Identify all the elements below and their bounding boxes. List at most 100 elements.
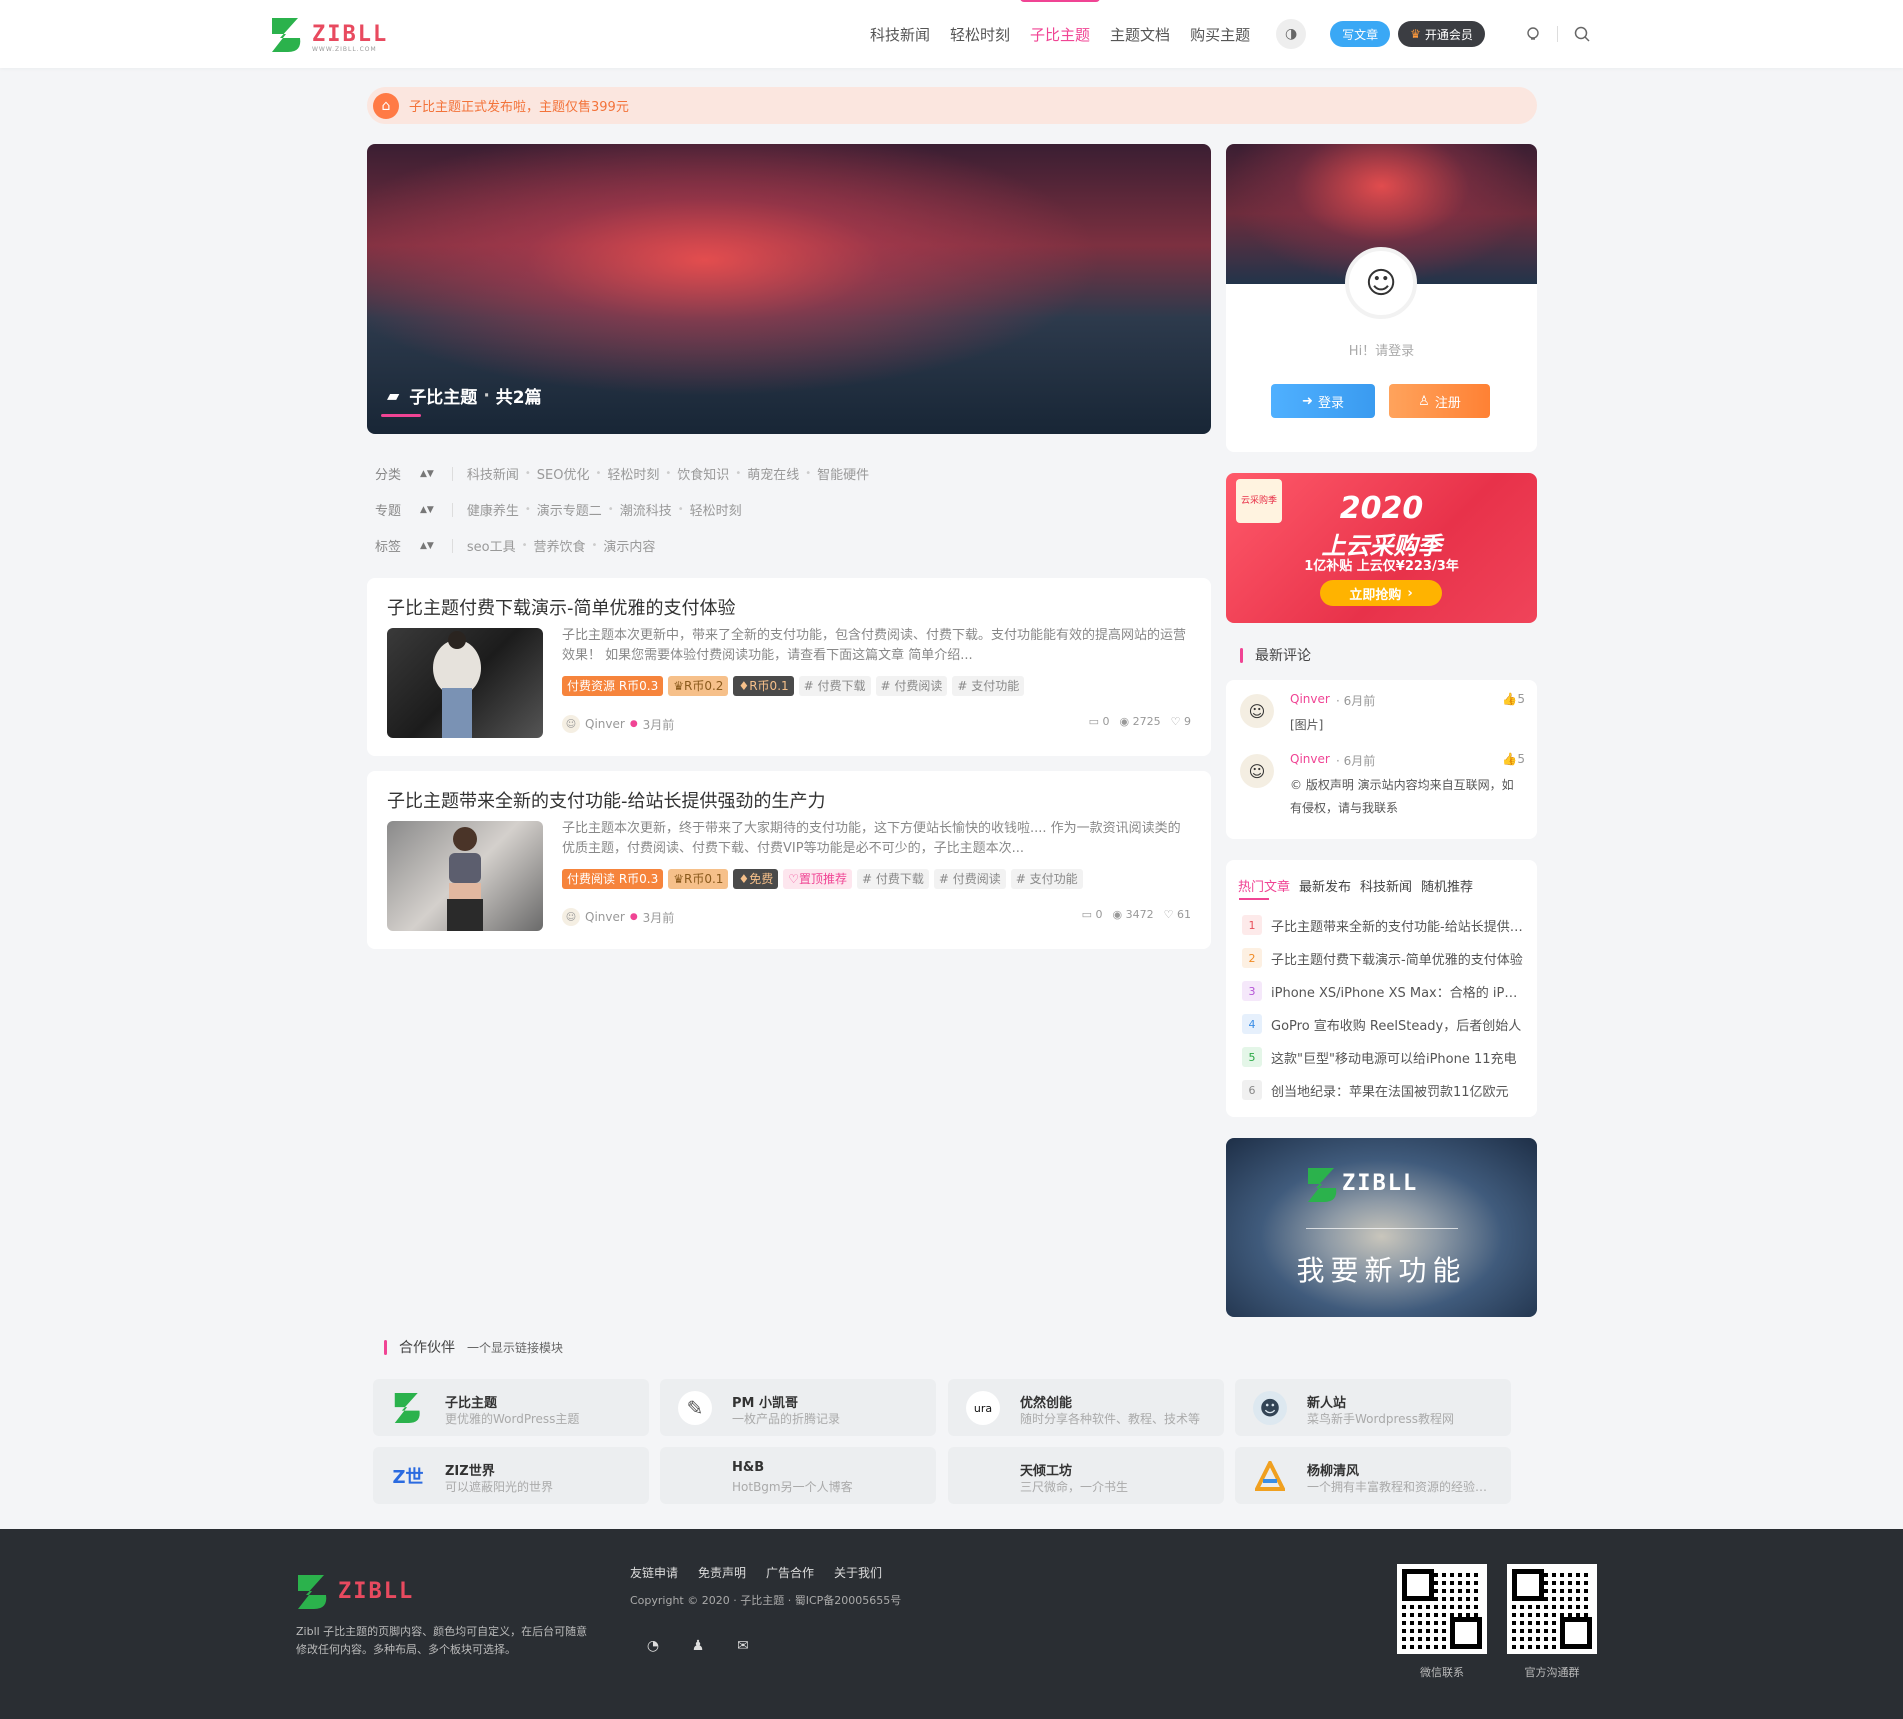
commenter-name[interactable]: Qinver [1290,692,1330,706]
comment-likes[interactable]: 👍5 [1502,752,1525,766]
partner-card[interactable]: ura 优然创能 随时分享各种软件、教程、技术等 [948,1379,1224,1436]
hot-item-title[interactable]: 这款"巨型"移动电源可以给iPhone 11充电 [1271,1048,1517,1067]
footer-link[interactable]: 免责声明 [698,1564,746,1581]
filter-item[interactable]: SEO优化 [537,464,590,483]
hot-item[interactable]: 6 创当地纪录：苹果在法国被罚款11亿欧元 [1242,1080,1525,1100]
commenter-name[interactable]: Qinver [1290,752,1330,766]
nav-item-relax[interactable]: 轻松时刻 [950,24,1010,45]
tab-latest[interactable]: 最新发布 [1299,876,1351,895]
filter-item[interactable]: 智能硬件 [817,464,869,483]
post-tag[interactable]: # 付费阅读 [933,869,1006,889]
tab-random[interactable]: 随机推荐 [1421,876,1473,895]
hot-item-title[interactable]: iPhone XS/iPhone XS Max：合格的 iPhone [1271,982,1525,1001]
commenter-avatar[interactable]: ☺ [1240,694,1274,728]
partner-card[interactable]: ☻ 新人站 菜鸟新手Wordpress教程网 [1235,1379,1511,1436]
footer-link[interactable]: 友链申请 [630,1564,678,1581]
filter-item[interactable]: 潮流科技 [620,500,672,519]
write-article-button[interactable]: 写文章 [1330,21,1391,47]
partner-card[interactable]: ✎ PM 小凯哥 一枚产品的折腾记录 [660,1379,936,1436]
partner-name[interactable]: 子比主题 [445,1392,497,1411]
comment-likes[interactable]: 👍5 [1502,692,1525,706]
post-author[interactable]: Qinver [585,717,625,731]
partner-name[interactable]: 新人站 [1307,1392,1346,1411]
hot-item-title[interactable]: GoPro 宣布收购 ReelSteady，后者创始人 [1271,1015,1521,1034]
qq-icon[interactable]: ♟ [685,1633,711,1659]
post-tag[interactable]: # 支付功能 [952,676,1025,696]
theme-palette-icon[interactable]: ◑ [1276,19,1307,49]
partner-name[interactable]: PM 小凯哥 [732,1392,798,1411]
hot-item[interactable]: 4 GoPro 宣布收购 ReelSteady，后者创始人 [1242,1014,1525,1034]
filter-item[interactable]: 营养饮食 [533,536,585,555]
filter-item[interactable]: 轻松时刻 [690,500,742,519]
post-thumbnail-figure [433,631,481,738]
post-title[interactable]: 子比主题带来全新的支付功能-给站长提供强劲的生产力 [387,787,826,813]
partner-name[interactable]: 天倾工坊 [1020,1460,1072,1479]
nav-item-zibi-theme[interactable]: 子比主题 [1020,0,1101,45]
post-card[interactable]: 子比主题付费下载演示-简单优雅的支付体验 子比主题本次更新中，带来了全新的支付功… [367,578,1211,756]
filter-item[interactable]: 萌宠在线 [747,464,799,483]
promo-banner[interactable]: 云采购季 2020 上云采购季 1亿补贴 上云仅¥223/3年 立即抢购 › [1226,473,1537,623]
partner-card[interactable]: H&B HotBgm另一个人博客 [660,1447,936,1504]
author-avatar[interactable]: ☺ [562,715,580,733]
hot-item[interactable]: 1 子比主题带来全新的支付功能-给站长提供强劲的生产力 [1242,915,1525,935]
post-card[interactable]: 子比主题带来全新的支付功能-给站长提供强劲的生产力 子比主题本次更新，终于带来了… [367,771,1211,949]
post-tag[interactable]: # 付费下载 [857,869,929,889]
wechat-icon[interactable]: ◔ [640,1633,666,1659]
register-button[interactable]: ♙ 注册 [1389,384,1490,418]
partner-name[interactable]: 优然创能 [1020,1392,1072,1411]
sort-arrows-icon[interactable]: ▲▼ [420,505,434,515]
footer-link[interactable]: 广告合作 [766,1564,814,1581]
tab-tech[interactable]: 科技新闻 [1360,876,1412,895]
post-thumbnail[interactable] [387,628,543,738]
partner-card[interactable]: 子比主题 更优雅的WordPress主题 [373,1379,649,1436]
feature-request-banner[interactable]: ZIBLL 我要新功能 [1226,1138,1537,1317]
bulb-icon[interactable] [1523,24,1543,44]
tab-hot[interactable]: 热门文章 [1238,876,1290,895]
post-author[interactable]: Qinver [585,910,625,924]
footer-link[interactable]: 关于我们 [834,1564,882,1581]
nav-item-buy[interactable]: 购买主题 [1190,24,1250,45]
hot-item-title[interactable]: 子比主题付费下载演示-简单优雅的支付体验 [1271,949,1523,968]
site-logo[interactable]: ZIBLL WWW.ZIBLL.COM [270,14,390,54]
post-thumbnail[interactable] [387,821,543,931]
comment-item[interactable]: ☺ Qinver · 6月前 👍5 [图片] [1240,680,1525,740]
nav-item-docs[interactable]: 主题文档 [1110,24,1170,45]
partner-name[interactable]: ZIZ世界 [445,1460,495,1479]
filter-item[interactable]: seo工具 [467,536,516,555]
promo-buy-button[interactable]: 立即抢购 › [1320,580,1442,606]
filter-item[interactable]: 科技新闻 [467,464,519,483]
author-avatar[interactable]: ☺ [562,908,580,926]
post-tag[interactable]: # 付费阅读 [875,676,948,696]
sort-arrows-icon[interactable]: ▲▼ [420,469,434,479]
search-icon[interactable] [1572,24,1592,44]
partner-name[interactable]: 杨柳清风 [1307,1460,1359,1479]
login-button[interactable]: ➜ 登录 [1271,384,1375,418]
commenter-avatar[interactable]: ☺ [1240,754,1274,788]
user-avatar-icon[interactable]: ☺ [1345,247,1417,319]
filter-item[interactable]: 演示专题二 [537,500,602,519]
partner-name[interactable]: H&B [732,1460,764,1475]
heart-icon: ♡ [788,872,799,886]
notice-bar[interactable]: ⌂ 子比主题正式发布啦，主题仅售399元 [367,87,1537,124]
vip-button[interactable]: ♛ 开通会员 [1398,21,1485,47]
filter-item[interactable]: 健康养生 [467,500,519,519]
hot-item-title[interactable]: 创当地纪录：苹果在法国被罚款11亿欧元 [1271,1081,1509,1100]
post-tag[interactable]: # 付费下载 [798,676,871,696]
post-tag[interactable]: # 支付功能 [1010,869,1083,889]
filter-item[interactable]: 轻松时刻 [607,464,659,483]
nav-item-tech-news[interactable]: 科技新闻 [870,24,930,45]
footer-logo[interactable]: ZIBLL [296,1573,426,1613]
mail-icon[interactable]: ✉ [730,1633,756,1659]
hot-item[interactable]: 3 iPhone XS/iPhone XS Max：合格的 iPhone [1242,981,1525,1001]
partner-card[interactable]: Z世 ZIZ世界 可以遮蔽阳光的世界 [373,1447,649,1504]
partner-card[interactable]: 天倾工坊 三尺微命，一介书生 [948,1447,1224,1504]
partner-card[interactable]: 杨柳清风 一个拥有丰富教程和资源的经验分享 [1235,1447,1511,1504]
hot-item-title[interactable]: 子比主题带来全新的支付功能-给站长提供强劲的生产力 [1271,916,1525,935]
sort-arrows-icon[interactable]: ▲▼ [420,541,434,551]
filter-item[interactable]: 演示内容 [603,536,655,555]
comment-item[interactable]: ☺ Qinver · 6月前 👍5 © 版权声明 演示站内容均来自互联网，如有侵… [1240,740,1525,830]
filter-item[interactable]: 饮食知识 [677,464,729,483]
hot-item[interactable]: 2 子比主题付费下载演示-简单优雅的支付体验 [1242,948,1525,968]
post-title[interactable]: 子比主题付费下载演示-简单优雅的支付体验 [387,594,736,620]
hot-item[interactable]: 5 这款"巨型"移动电源可以给iPhone 11充电 [1242,1047,1525,1067]
